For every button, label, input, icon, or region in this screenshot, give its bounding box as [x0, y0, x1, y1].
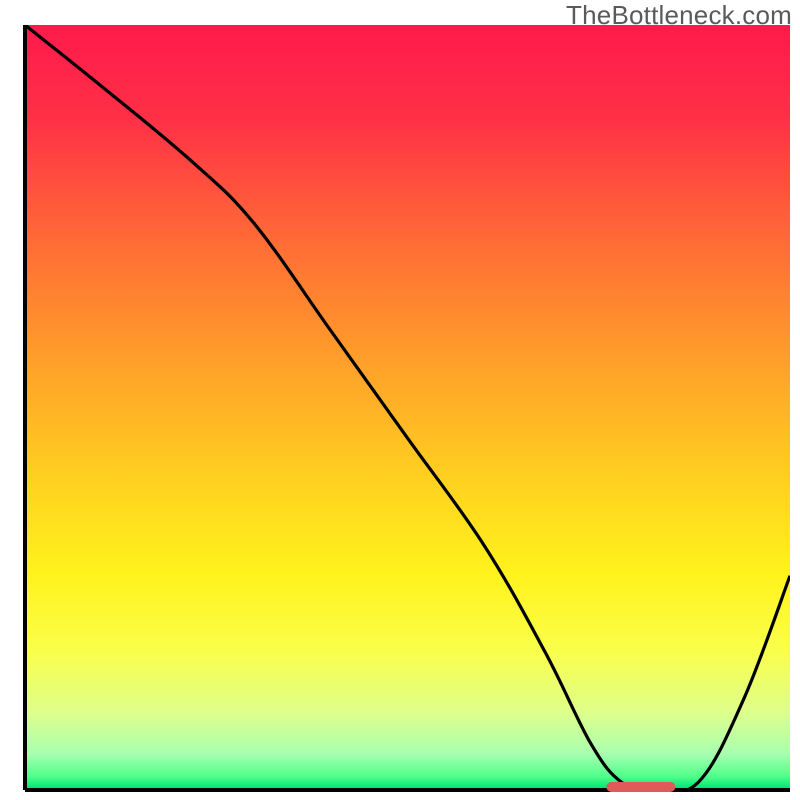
chart-container: TheBottleneck.com — [0, 0, 800, 800]
optimum-marker — [606, 782, 675, 792]
watermark-text: TheBottleneck.com — [566, 0, 792, 31]
plot-background — [27, 25, 790, 788]
bottleneck-chart — [0, 0, 800, 800]
